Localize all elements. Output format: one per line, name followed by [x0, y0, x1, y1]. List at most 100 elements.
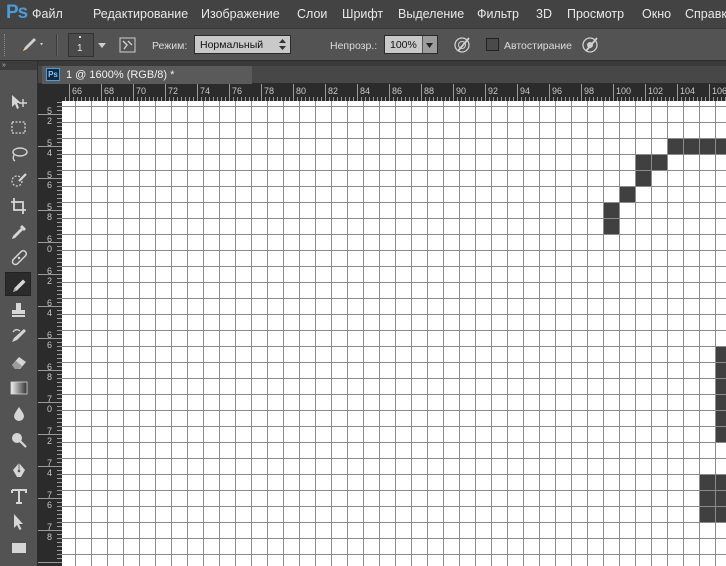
shape-tool[interactable]: [5, 536, 31, 560]
path-select-icon: [14, 514, 23, 530]
lasso-icon: [12, 147, 28, 162]
crop-tool[interactable]: [5, 194, 31, 218]
gradient-tool[interactable]: [5, 376, 31, 400]
painted-pixel: [715, 138, 726, 154]
ruler-label: 58: [47, 202, 52, 222]
document-ps-badge: Ps: [46, 68, 60, 81]
bandage-icon: [11, 250, 27, 266]
painted-pixel: [651, 154, 667, 170]
opacity-field[interactable]: 100%: [384, 35, 438, 54]
pen-tool[interactable]: [5, 458, 31, 482]
painted-pixel: [715, 490, 726, 506]
auto-erase-checkbox[interactable]: [486, 38, 499, 51]
tools-panel-header[interactable]: »: [0, 61, 37, 70]
move-icon: [12, 95, 27, 109]
dodge-icon: [12, 433, 27, 448]
ruler-origin[interactable]: [38, 84, 62, 101]
menu-item[interactable]: Шрифт: [342, 7, 383, 21]
droplet-icon: [14, 407, 24, 421]
marquee-tool[interactable]: [5, 116, 31, 140]
painted-pixel: [715, 346, 726, 362]
eraser-tool[interactable]: [5, 350, 31, 374]
ruler-label: 80: [296, 86, 306, 96]
painted-pixel: [699, 474, 715, 490]
eyedropper-tool[interactable]: [5, 220, 31, 244]
menu-item[interactable]: Изображение: [201, 7, 280, 21]
painted-pixel: [603, 202, 619, 218]
opacity-value: 100%: [390, 39, 417, 51]
pencil-preset-icon: [23, 38, 43, 51]
ruler-label: 88: [424, 86, 434, 96]
marquee-icon: [11, 121, 26, 134]
ruler-label: 62: [47, 266, 52, 286]
painted-pixel: [715, 410, 726, 426]
type-tool[interactable]: [5, 484, 31, 508]
document-canvas[interactable]: [62, 101, 726, 566]
options-grip[interactable]: [4, 34, 11, 56]
menu-item[interactable]: Слои: [297, 7, 327, 21]
pencil-tool[interactable]: [5, 272, 31, 296]
photoshop-logo: Ps: [6, 2, 28, 23]
crop-icon: [11, 198, 26, 214]
ruler-label: 74: [47, 458, 52, 478]
lasso-tool[interactable]: [5, 142, 31, 166]
rectangle-icon: [12, 543, 26, 553]
menu-item[interactable]: Справка: [685, 7, 726, 21]
painted-pixel: [683, 138, 699, 154]
ruler-label: 70: [47, 394, 52, 414]
menu-bar: Ps Файл Редактирование Изображение Слои Шриф…: [0, 0, 726, 28]
brush-size-value: 1: [77, 43, 83, 54]
brush-panel-toggle[interactable]: [118, 35, 138, 55]
ruler-label: 90: [456, 86, 466, 96]
dodge-tool[interactable]: [5, 428, 31, 452]
ruler-label: 100: [616, 86, 631, 96]
ruler-label: 68: [47, 362, 52, 382]
history-brush-tool[interactable]: [5, 324, 31, 348]
painted-pixel: [667, 138, 683, 154]
menu-item[interactable]: Файл: [32, 7, 63, 21]
move-tool[interactable]: [5, 90, 31, 114]
painted-pixel: [715, 394, 726, 410]
eyedropper-icon: [12, 224, 27, 239]
stamp-tool[interactable]: [5, 298, 31, 322]
ruler-label: 98: [584, 86, 594, 96]
vertical-ruler[interactable]: 52 54 56 58 60 62 64 66 68 70 72 74 76 78: [38, 101, 62, 566]
eraser-icon: [12, 357, 26, 369]
painted-pixel: [715, 426, 726, 442]
painted-pixel: [715, 506, 726, 522]
menu-item[interactable]: 3D: [536, 7, 552, 21]
blur-tool[interactable]: [5, 402, 31, 426]
menu-item[interactable]: Просмотр: [567, 7, 624, 21]
quick-select-tool[interactable]: [5, 168, 31, 192]
ruler-label: 78: [47, 522, 52, 542]
ruler-label: 106: [712, 86, 726, 96]
pressure-opacity-icon: [454, 37, 470, 53]
document-title: 1 @ 1600% (RGB/8) *: [66, 69, 175, 81]
menu-item[interactable]: Выделение: [398, 7, 464, 21]
healing-tool[interactable]: [5, 246, 31, 270]
painted-pixel: [699, 138, 715, 154]
updown-icon: [279, 39, 286, 50]
brush-size-picker[interactable]: 1: [68, 33, 108, 57]
painted-pixel: [635, 154, 651, 170]
ruler-label: 76: [47, 490, 52, 510]
path-select-tool[interactable]: [5, 510, 31, 534]
ruler-label: 72: [168, 86, 178, 96]
horizontal-ruler[interactable]: 66 68 70 72 74 76 78 80 82 84 86 88 90 92 94 96 98 100 102…: [62, 84, 726, 101]
document-tab[interactable]: Ps 1 @ 1600% (RGB/8) *: [42, 66, 252, 84]
menu-item[interactable]: Окно: [642, 7, 671, 21]
auto-erase-label: Автостирание: [504, 40, 572, 52]
chevron-down-icon: [98, 43, 106, 48]
menu-item[interactable]: Редактирование: [93, 7, 188, 21]
mode-value: Нормальный: [200, 39, 264, 51]
painted-pixel: [715, 474, 726, 490]
opacity-pressure-toggle[interactable]: [452, 35, 474, 55]
tool-preset-picker[interactable]: [18, 35, 46, 55]
chevron-down-icon: [426, 43, 433, 48]
menu-item[interactable]: Фильтр: [477, 7, 519, 21]
gradient-icon: [10, 381, 28, 395]
mode-select[interactable]: Нормальный: [194, 35, 291, 54]
painted-pixel: [699, 490, 715, 506]
ruler-label: 66: [47, 330, 52, 350]
size-pressure-toggle[interactable]: [580, 35, 602, 55]
